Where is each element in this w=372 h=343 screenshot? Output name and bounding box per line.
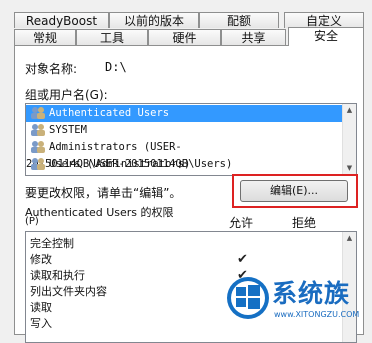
permissions-label: Authenticated Users 的权限 [25,206,174,219]
highlight-box [232,174,358,208]
permission-row: 读取和执行 [30,268,85,284]
users-group-icon [30,140,46,153]
tab-security[interactable]: 安全 [288,27,364,46]
user-item-administrators[interactable]: Administrators (USER-20150114QB\Administ… [26,139,343,170]
user-item-system[interactable]: SYSTEM [26,122,343,139]
scroll-up-icon[interactable]: ▲ [343,232,356,245]
watermark-logo: 系统族 www.XITONGZU.COM [226,268,372,329]
scroll-up-icon[interactable]: ▲ [343,104,356,117]
group-user-label: 组或用户名(G): [25,88,108,102]
permission-row: 列出文件夹内容 [30,284,107,300]
tab-general[interactable]: 常规 [14,29,76,45]
permission-row: 读取 [30,300,52,316]
tab-previous-versions[interactable]: 以前的版本 [109,12,199,28]
user-list-scrollbar[interactable]: ▲ ▼ [342,104,356,175]
deny-column-header: 拒绝 [292,216,317,230]
allow-check-icon: ✔ [237,252,248,267]
tab-sharing[interactable]: 共享 [221,29,286,45]
users-group-icon [30,157,46,170]
change-permissions-hint: 要更改权限，请单击“编辑”。 [25,186,182,200]
permission-name: 读取 [30,301,52,314]
watermark-url: www.XITONGZU.COM [274,310,360,319]
permission-row: 修改 [30,252,52,268]
tab-quota[interactable]: 配额 [199,12,279,28]
tab-readyboost[interactable]: ReadyBoost [14,12,109,28]
user-item-label: SYSTEM [49,124,87,136]
permission-name: 列出文件夹内容 [30,285,107,298]
users-group-icon [30,106,46,119]
tab-customize[interactable]: 自定义 [284,12,364,28]
object-name-value: D:\ [105,60,127,74]
user-item-label: Users (USER-20150114QB\Users) [49,158,233,170]
permission-row: 写入 [30,316,52,332]
tab-hardware[interactable]: 硬件 [148,29,221,45]
users-group-icon [30,123,46,136]
permission-name: 完全控制 [30,237,74,250]
permission-name: 读取和执行 [30,269,85,282]
tab-tools[interactable]: 工具 [76,29,148,45]
object-name-label: 对象名称: [25,62,78,76]
allow-column-header: 允许 [229,216,254,230]
permissions-label-accesskey: (P) [25,216,39,227]
permission-row: 完全控制 [30,236,74,252]
watermark-brand: 系统族 [272,279,351,308]
user-item-users[interactable]: Users (USER-20150114QB\Users) [26,156,343,173]
user-item-authenticated-users[interactable]: Authenticated Users [26,105,343,122]
user-item-label: Authenticated Users [49,107,170,119]
user-list[interactable]: Authenticated Users SYSTEM Administrator… [25,103,357,176]
permission-name: 修改 [30,253,52,266]
permission-name: 写入 [30,317,52,330]
